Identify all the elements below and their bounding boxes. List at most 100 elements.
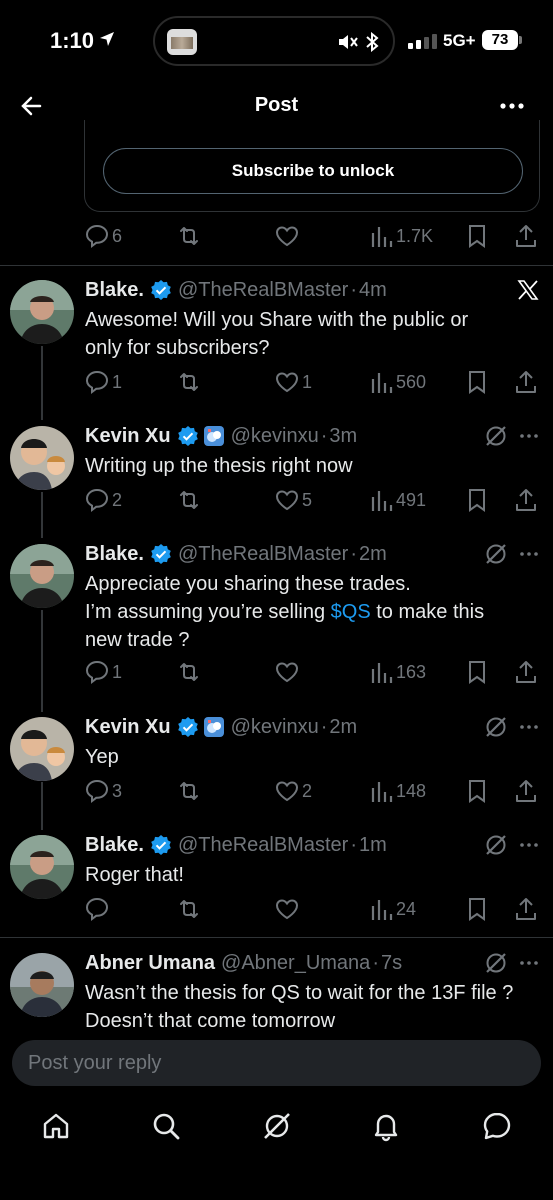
author-handle[interactable]: @kevinxu <box>231 425 319 448</box>
author-handle[interactable]: @kevinxu <box>231 716 319 739</box>
author-handle[interactable]: @TheRealBMaster <box>178 543 348 566</box>
more-options-icon[interactable] <box>518 951 540 975</box>
more-options-icon[interactable] <box>499 94 525 118</box>
views-action[interactable]: 148 <box>370 775 426 807</box>
more-options-icon[interactable] <box>518 424 540 448</box>
post-text-line: Awesome! Will you Share with the public … <box>85 309 469 331</box>
views-action[interactable]: 163 <box>370 656 426 688</box>
verified-badge-icon <box>177 716 199 738</box>
subscribe-to-unlock-button[interactable]: Subscribe to unlock <box>103 148 523 194</box>
author-name[interactable]: Blake. <box>85 543 144 566</box>
views-action[interactable]: 491 <box>370 484 426 516</box>
repost-action[interactable] <box>176 484 204 516</box>
bookmark-icon[interactable] <box>466 656 488 688</box>
separator-dot: · <box>372 951 379 974</box>
repost-icon <box>180 900 198 918</box>
author-handle[interactable]: @TheRealBMaster <box>178 279 348 302</box>
verified-badge-icon <box>150 834 172 856</box>
share-icon[interactable] <box>514 484 538 516</box>
post-text: Appreciate you sharing these trades. I’m… <box>85 570 525 654</box>
avatar[interactable] <box>10 953 74 1017</box>
share-icon[interactable] <box>514 220 538 252</box>
repost-action[interactable] <box>176 656 204 688</box>
author-name[interactable]: Blake. <box>85 834 144 857</box>
share-icon[interactable] <box>514 775 538 807</box>
separator-dot: · <box>350 833 357 856</box>
repost-action[interactable] <box>176 366 204 398</box>
reply-composer <box>12 1040 541 1086</box>
author-handle[interactable]: @TheRealBMaster <box>178 834 348 857</box>
repost-icon <box>180 227 198 245</box>
bookmark-icon[interactable] <box>466 220 488 252</box>
messages-icon[interactable] <box>481 1110 513 1142</box>
heart-icon <box>275 226 299 247</box>
bookmark-icon[interactable] <box>466 775 488 807</box>
reply-action[interactable]: 2 <box>84 484 122 516</box>
notifications-bell-icon[interactable] <box>370 1110 402 1142</box>
author-name[interactable]: Abner Umana <box>85 952 215 975</box>
post-action-bar: 24 <box>84 893 544 925</box>
grok-icon[interactable] <box>484 542 508 566</box>
verified-badge-icon <box>177 425 199 447</box>
reply-input[interactable] <box>12 1040 541 1086</box>
author-handle[interactable]: @Abner_Umana <box>221 952 370 975</box>
reply-action[interactable] <box>84 893 112 925</box>
bookmark-icon[interactable] <box>466 366 488 398</box>
avatar[interactable] <box>10 280 74 344</box>
like-count: 5 <box>302 489 313 510</box>
grok-icon[interactable] <box>484 424 508 448</box>
more-options-icon[interactable] <box>518 542 540 566</box>
grok-icon[interactable] <box>484 715 508 739</box>
reply-action[interactable]: 6 <box>84 220 122 252</box>
grok-icon[interactable] <box>261 1110 293 1142</box>
view-count: 148 <box>396 780 427 801</box>
views-action[interactable]: 24 <box>370 893 416 925</box>
thread-connector <box>41 610 43 712</box>
avatar[interactable] <box>10 544 74 608</box>
bookmark-icon[interactable] <box>466 893 488 925</box>
share-icon[interactable] <box>514 893 538 925</box>
more-options-icon[interactable] <box>518 833 540 857</box>
reply-action[interactable]: 1 <box>84 366 122 398</box>
share-icon[interactable] <box>514 656 538 688</box>
like-action[interactable] <box>274 220 302 252</box>
more-options-icon[interactable] <box>518 715 540 739</box>
avatar[interactable] <box>10 426 74 490</box>
share-icon[interactable] <box>514 366 538 398</box>
reply-action[interactable]: 1 <box>84 656 122 688</box>
search-icon[interactable] <box>150 1110 182 1142</box>
grok-icon[interactable] <box>484 833 508 857</box>
author-name[interactable]: Kevin Xu <box>85 716 171 739</box>
page-title: Post <box>254 94 299 116</box>
like-action[interactable]: 1 <box>274 366 312 398</box>
reply-count: 2 <box>112 489 123 510</box>
dynamic-island[interactable] <box>153 16 395 66</box>
grok-icon[interactable] <box>484 951 508 975</box>
author-name[interactable]: Blake. <box>85 279 144 302</box>
like-action[interactable]: 5 <box>274 484 312 516</box>
reply-post[interactable]: Abner Umana @Abner_Umana · 7s Wasn’t the… <box>0 949 553 1031</box>
like-action[interactable] <box>274 893 302 925</box>
cashtag-link[interactable]: $QS <box>331 601 371 623</box>
reply-icon <box>85 897 109 922</box>
views-action[interactable]: 1.7K <box>370 220 433 252</box>
repost-action[interactable] <box>176 893 204 925</box>
heart-icon <box>275 662 299 683</box>
reply-icon <box>85 779 109 804</box>
views-action[interactable]: 560 <box>370 366 426 398</box>
separator-dot: · <box>320 715 328 738</box>
home-icon[interactable] <box>40 1110 72 1142</box>
like-action[interactable] <box>274 656 302 688</box>
divider <box>0 265 553 266</box>
post-text-line: Roger that! <box>85 864 184 886</box>
bookmark-icon[interactable] <box>466 484 488 516</box>
repost-action[interactable] <box>176 220 204 252</box>
author-name[interactable]: Kevin Xu <box>85 425 171 448</box>
repost-action[interactable] <box>176 775 204 807</box>
like-action[interactable]: 2 <box>274 775 312 807</box>
reply-action[interactable]: 3 <box>84 775 122 807</box>
post-text-line: Writing up the thesis right now <box>85 455 353 477</box>
views-chart-icon <box>371 491 393 511</box>
avatar[interactable] <box>10 717 74 781</box>
avatar[interactable] <box>10 835 74 899</box>
